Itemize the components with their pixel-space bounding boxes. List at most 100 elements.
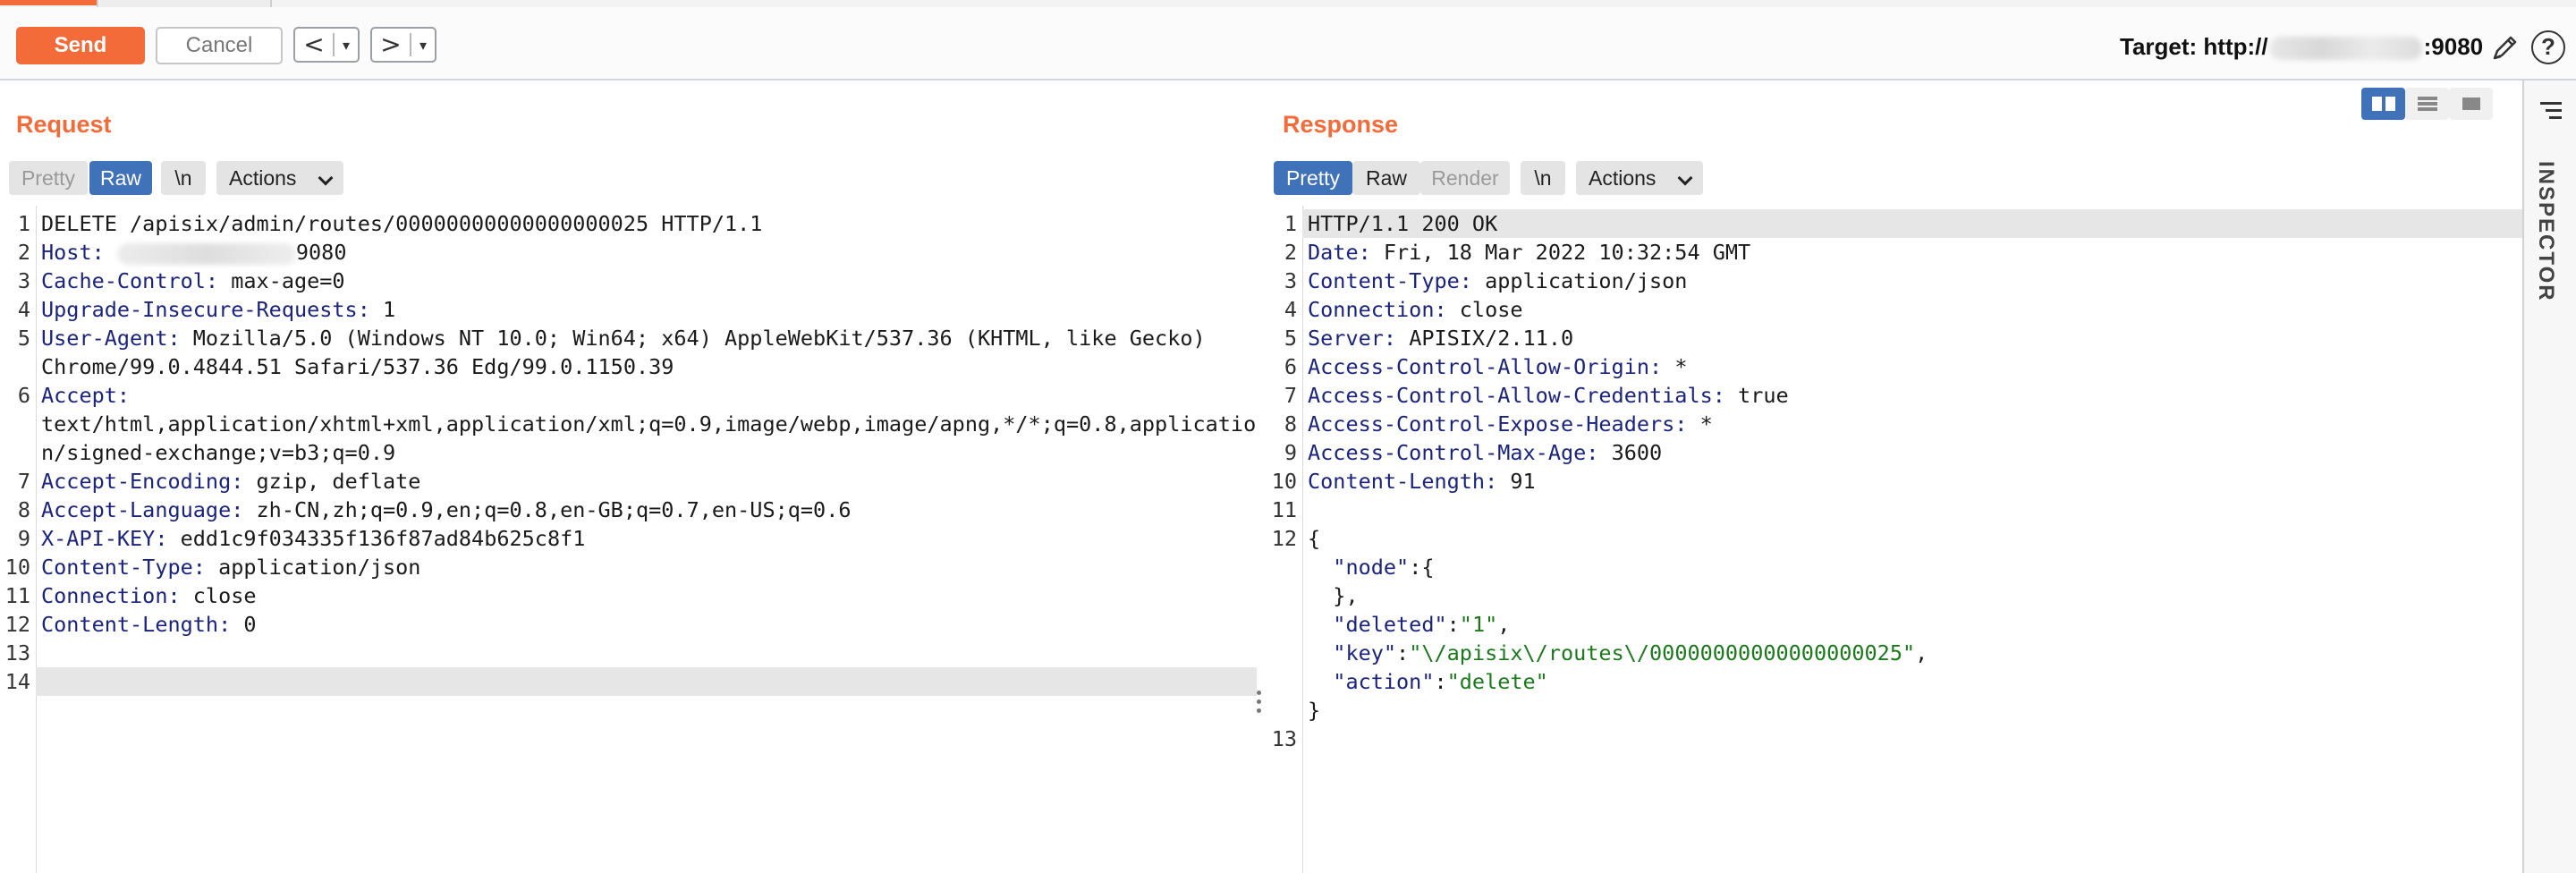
line-number: 12 — [1271, 526, 1297, 551]
toolbar: Send Cancel < ▾ > ▾ Target: http:// :9080… — [0, 7, 2576, 81]
redacted-host — [116, 242, 296, 265]
tab-inactive[interactable] — [100, 0, 272, 7]
redacted-host — [2269, 37, 2422, 61]
line-number: 5 — [1284, 326, 1297, 351]
history-back-button[interactable]: < ▾ — [293, 27, 360, 63]
layout-toggle-group — [2361, 88, 2494, 120]
header-value: close — [1459, 297, 1523, 322]
line-text: Access-Control-Max-Age: 3600 — [1308, 438, 1662, 467]
response-raw-tab[interactable]: Raw — [1352, 161, 1420, 195]
json-key: "node" — [1333, 555, 1410, 580]
line-number: 3 — [17, 268, 30, 293]
active-tab-indicator[interactable] — [0, 0, 97, 5]
header-value: Mozilla/5.0 (Windows NT 10.0; Win64; x64… — [192, 326, 1206, 351]
actions-label: Actions — [1589, 166, 1657, 190]
chevron-down-icon[interactable]: ▾ — [335, 37, 358, 54]
line-number: 13 — [1271, 726, 1297, 751]
header-value: close — [192, 583, 257, 608]
inspector-sidebar[interactable]: INSPECTOR — [2522, 81, 2576, 873]
target-port: :9080 — [2423, 33, 2484, 60]
header-value: 1 — [383, 297, 396, 322]
response-pretty-tab[interactable]: Pretty — [1274, 161, 1352, 195]
chevron-left-icon: < — [303, 30, 325, 59]
line-text: Server: APISIX/2.11.0 — [1308, 324, 1573, 352]
chevron-down-icon — [318, 170, 334, 186]
request-editor[interactable]: 1 DELETE /apisix/admin/routes/00000000000… — [0, 206, 1257, 873]
header-value: zh-CN,zh;q=0.9,en;q=0.8,en-GB;q=0.7,en-U… — [256, 497, 852, 522]
request-actions-menu[interactable]: Actions — [216, 161, 343, 195]
header-name: Accept-Encoding: — [41, 469, 257, 494]
send-button[interactable]: Send — [16, 27, 145, 64]
header-value: application/json — [218, 555, 421, 580]
line-number: 2 — [1284, 240, 1297, 265]
line-number: 3 — [1284, 268, 1297, 293]
chevron-right-icon: > — [380, 30, 402, 59]
header-name: Content-Type: — [1308, 268, 1486, 293]
line-text: Content-Length: 0 — [41, 610, 257, 639]
line-text: Content-Type: application/json — [1308, 267, 1687, 295]
json-key: "key" — [1333, 640, 1397, 665]
pane-resize-handle[interactable] — [1257, 691, 1262, 717]
response-render-tab[interactable]: Render — [1420, 161, 1510, 195]
header-value: edd1c9f034335f136f87ad84b625c8f1 — [180, 526, 586, 551]
json-string: "1" — [1459, 612, 1498, 637]
line-number: 8 — [17, 497, 30, 522]
line-text: Access-Control-Expose-Headers: * — [1308, 410, 1713, 438]
header-name: Content-Type: — [41, 555, 219, 580]
inspector-label[interactable]: INSPECTOR — [2533, 161, 2558, 302]
line-text: Cache-Control: max-age=0 — [41, 267, 345, 295]
chevron-down-icon[interactable]: ▾ — [411, 37, 435, 54]
header-value: gzip, deflate — [256, 469, 421, 494]
target-prefix: Target: http:// — [2120, 33, 2268, 60]
line-text: User-Agent: Mozilla/5.0 (Windows NT 10.0… — [41, 324, 1206, 352]
line-number: 11 — [4, 583, 30, 608]
header-name: Server: — [1308, 326, 1410, 351]
header-value: true — [1738, 383, 1789, 408]
layout-single-button[interactable] — [2449, 88, 2493, 120]
line-text: X-API-KEY: edd1c9f034335f136f87ad84b625c… — [41, 524, 585, 553]
header-name: Access-Control-Max-Age: — [1308, 440, 1612, 465]
response-newline-toggle[interactable]: \n — [1521, 161, 1565, 195]
header-name: Access-Control-Allow-Credentials: — [1308, 383, 1739, 408]
response-actions-menu[interactable]: Actions — [1576, 161, 1703, 195]
menu-icon[interactable] — [2540, 102, 2562, 123]
header-name: Access-Control-Expose-Headers: — [1308, 411, 1700, 436]
line-number: 8 — [1284, 411, 1297, 436]
header-value: 3600 — [1611, 440, 1663, 465]
header-value: 0 — [243, 612, 257, 637]
layout-columns-button[interactable] — [2361, 88, 2405, 120]
line-text: Connection: close — [1308, 295, 1523, 324]
header-name: Connection: — [1308, 297, 1460, 322]
layout-rows-button[interactable] — [2405, 88, 2449, 120]
line-number: 1 — [1284, 211, 1297, 236]
line-number: 7 — [17, 469, 30, 494]
request-title: Request — [16, 111, 112, 138]
line-text: Content-Type: application/json — [41, 553, 420, 581]
line-text: Content-Length: 91 — [1308, 467, 1536, 496]
line-number: 9 — [1284, 440, 1297, 465]
request-pretty-tab[interactable]: Pretty — [9, 161, 88, 195]
history-forward-button[interactable]: > ▾ — [370, 27, 436, 63]
line-number: 1 — [17, 211, 30, 236]
line-text: }, — [1308, 583, 1359, 608]
request-newline-toggle[interactable]: \n — [161, 161, 206, 195]
request-raw-tab[interactable]: Raw — [89, 161, 152, 195]
columns-icon — [2371, 97, 2395, 111]
line-number: 10 — [1271, 469, 1297, 494]
line-number: 9 — [17, 526, 30, 551]
line-text: Accept: — [41, 381, 130, 410]
response-editor[interactable]: 1 HTTP/1.1 200 OK 2 Date: Fri, 18 Mar 2022 … — [1270, 206, 2522, 873]
line-number: 5 — [17, 326, 30, 351]
header-name: Date: — [1308, 240, 1384, 265]
header-name: X-API-KEY: — [41, 526, 181, 551]
line-text: Access-Control-Allow-Origin: * — [1308, 352, 1687, 381]
line-number: 10 — [4, 555, 30, 580]
line-text: Connection: close — [41, 581, 257, 610]
pencil-icon[interactable] — [2490, 32, 2521, 63]
help-icon[interactable]: ? — [2531, 30, 2565, 64]
line-text: Chrome/99.0.4844.51 Safari/537.36 Edg/99… — [41, 354, 674, 379]
line-text: Upgrade-Insecure-Requests: 1 — [41, 295, 395, 324]
line-number: 11 — [1271, 497, 1297, 522]
tab-separator — [97, 0, 98, 7]
cancel-button[interactable]: Cancel — [156, 27, 283, 64]
